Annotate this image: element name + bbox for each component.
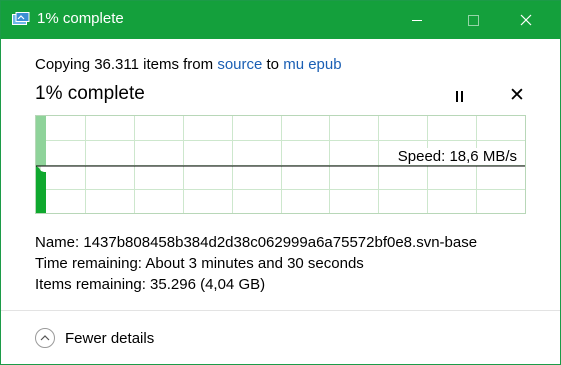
title-bar[interactable]: 1% complete	[1, 1, 560, 39]
pause-icon-bar	[460, 90, 463, 102]
pause-icon	[455, 90, 458, 102]
progress-heading: 1% complete	[35, 83, 145, 104]
items-remaining: Items remaining: 35.296 (4,04 GB)	[35, 276, 266, 293]
speed-area	[36, 166, 46, 213]
close-icon: ✕	[509, 85, 525, 106]
source-link[interactable]: source	[217, 56, 262, 73]
chevron-up-icon	[35, 328, 55, 348]
copy-summary-middle: to	[262, 56, 284, 73]
close-icon	[520, 14, 532, 26]
destination-link[interactable]: mu epub	[283, 56, 341, 73]
file-name: Name: 1437b808458b384d2d38c062999a6a7557…	[35, 234, 478, 251]
speed-label: Speed: 18,6 MB/s	[395, 148, 519, 165]
speed-area-light	[36, 116, 46, 166]
minimize-icon	[412, 19, 422, 21]
file-copy-icon	[12, 12, 30, 25]
cancel-button[interactable]: ✕	[506, 85, 528, 107]
close-window-button[interactable]	[503, 1, 549, 39]
fewer-details-label: Fewer details	[65, 329, 155, 347]
minimize-button[interactable]	[394, 1, 440, 39]
fewer-details-toggle[interactable]: Fewer details	[35, 327, 154, 349]
transfer-speed-graph: Speed: 18,6 MB/s	[35, 115, 526, 214]
maximize-button[interactable]	[450, 1, 496, 39]
copy-summary: Copying 36.311 items from source to mu e…	[35, 56, 342, 73]
window-title: 1% complete	[37, 10, 124, 27]
footer-divider	[1, 310, 560, 311]
copy-progress-dialog: 1% complete Copying 36.311 items from so…	[0, 0, 561, 365]
maximize-icon	[467, 14, 479, 26]
copy-summary-prefix: Copying 36.311 items from	[35, 56, 218, 73]
details-panel: Name: 1437b808458b384d2d38c062999a6a7557…	[35, 232, 477, 295]
pause-button[interactable]	[448, 86, 470, 106]
time-remaining: Time remaining: About 3 minutes and 30 s…	[35, 255, 364, 272]
